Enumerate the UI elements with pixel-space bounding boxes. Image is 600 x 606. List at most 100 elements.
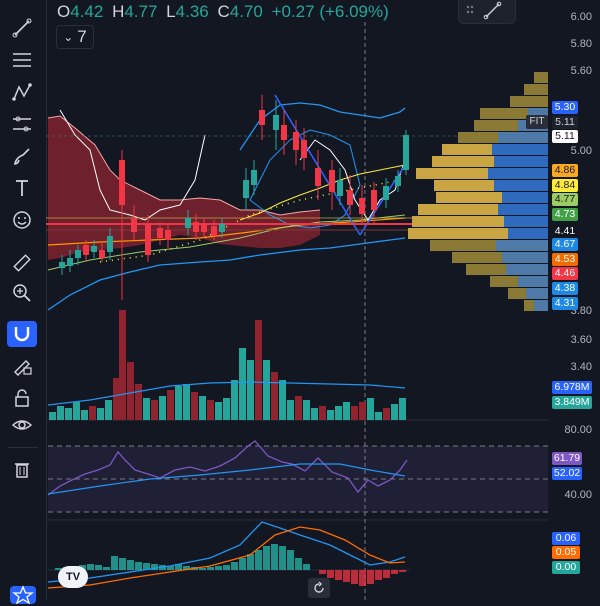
volume-profile [408, 72, 548, 311]
macd-histogram-bar [103, 567, 110, 570]
macd-histogram-bar [279, 546, 286, 570]
candle-body [403, 135, 409, 170]
volume-bar [383, 408, 390, 420]
volume-profile-row [524, 84, 548, 95]
chart-canvas[interactable] [0, 0, 600, 600]
close-value: 4.70 [229, 2, 263, 21]
macd-histogram-bar [327, 570, 334, 578]
price-axis-label: 6.00 [570, 11, 592, 23]
volume-bar [287, 400, 294, 420]
volume-bar [199, 396, 206, 420]
volume-tag: 3.849M [552, 396, 592, 409]
macd-histogram-bar [399, 570, 406, 572]
price-tag: 4.53 [552, 253, 578, 266]
macd-histogram-bar [119, 558, 126, 570]
volume-bar [183, 384, 190, 420]
price-tag: 5.30 [552, 101, 578, 114]
close-key: C [217, 2, 230, 21]
volume-profile-row [510, 96, 548, 107]
candle-body [185, 218, 191, 228]
volume-bars [49, 310, 406, 420]
macd-histogram [55, 544, 406, 586]
price-tag: 5.11 [552, 130, 578, 143]
volume-bar [81, 410, 88, 420]
candle-body [329, 170, 335, 192]
volume-bar [295, 396, 302, 420]
candle-body [107, 236, 113, 252]
macd-tag: 0.06 [552, 532, 580, 545]
volume-profile-row [458, 132, 498, 143]
volume-profile-row [442, 144, 492, 155]
volume-bar [247, 360, 254, 420]
fit-button[interactable]: FIT [526, 115, 548, 129]
reset-chart-button[interactable] [308, 578, 330, 598]
volume-bar [327, 410, 334, 420]
macd-histogram-bar [287, 550, 294, 570]
price-tag: 4.84 [552, 179, 578, 192]
price-axis-label: 3.40 [570, 361, 592, 373]
volume-profile-row [508, 288, 526, 299]
volume-profile-row [534, 300, 548, 311]
volume-profile-row [488, 168, 548, 179]
rotate-icon [314, 581, 324, 593]
macd-histogram-bar [87, 564, 94, 570]
macd-histogram-bar [263, 546, 270, 570]
low-key: L [166, 2, 176, 21]
volume-bar [271, 372, 278, 420]
candle-body [273, 115, 279, 130]
macd-histogram-bar [303, 564, 310, 570]
volume-profile-row [524, 300, 534, 311]
macd-histogram-bar [135, 562, 142, 570]
candle-body [383, 186, 389, 200]
chart-app: O4.42 H4.77 L4.36 C4.70 +0.27 (+6.09%) ⌄… [0, 0, 600, 605]
chevron-down-icon: ⌄ [63, 30, 74, 44]
price-tag: 4.86 [552, 164, 578, 177]
change-value: +0.27 (+6.09%) [271, 2, 389, 21]
candle-body [83, 245, 89, 255]
volume-bar [143, 398, 150, 420]
price-tag: 4.31 [552, 297, 578, 310]
volume-profile-row [432, 156, 494, 167]
volume-profile-row [494, 180, 548, 191]
high-key: H [112, 2, 125, 21]
volume-bar [231, 380, 238, 420]
indicators-toggle-button[interactable]: ⌄ 7 [56, 25, 94, 49]
price-axis-label: 5.80 [570, 38, 592, 50]
high-value: 4.77 [124, 2, 158, 21]
price-tag: 4.67 [552, 238, 578, 251]
price-axis[interactable]: 6.00 5.80 5.60 5.00 3.80 3.60 3.40 80.00 40.00 5.… [548, 0, 600, 600]
volume-bar [151, 400, 158, 420]
volume-profile-row [418, 204, 498, 215]
candle-body [347, 190, 353, 205]
open-key: O [57, 2, 71, 21]
volume-bar [89, 406, 96, 420]
trend-line-icon[interactable] [483, 1, 502, 20]
rsi-axis-label: 80.00 [564, 424, 592, 436]
volume-bar [263, 360, 270, 420]
macd-histogram-bar [247, 554, 254, 570]
volume-bar [73, 402, 80, 420]
volume-profile-row [430, 240, 496, 251]
candle-body [281, 125, 287, 140]
drag-handle-icon[interactable] [466, 5, 474, 14]
volume-bar [191, 392, 198, 420]
price-tag: 4.46 [552, 267, 578, 280]
open-value: 4.42 [70, 2, 104, 21]
macd-histogram-bar [383, 570, 390, 578]
volume-profile-row [504, 216, 548, 227]
volume-profile-row [466, 264, 506, 275]
floating-drawing-toolbar[interactable] [458, 0, 516, 24]
candle-body [157, 228, 163, 238]
macd-histogram-bar [215, 566, 222, 570]
candle-body [371, 190, 377, 210]
volume-bar [335, 406, 342, 420]
volume-bar [255, 320, 262, 420]
volume-bar [65, 408, 72, 420]
macd-histogram-bar [359, 570, 366, 586]
volume-bar [399, 398, 406, 420]
tradingview-logo[interactable]: TV [58, 566, 88, 588]
macd-histogram-bar [391, 570, 398, 574]
volume-bar [97, 408, 104, 420]
rsi-tag: 52.02 [552, 467, 582, 480]
volume-bar [319, 406, 326, 420]
